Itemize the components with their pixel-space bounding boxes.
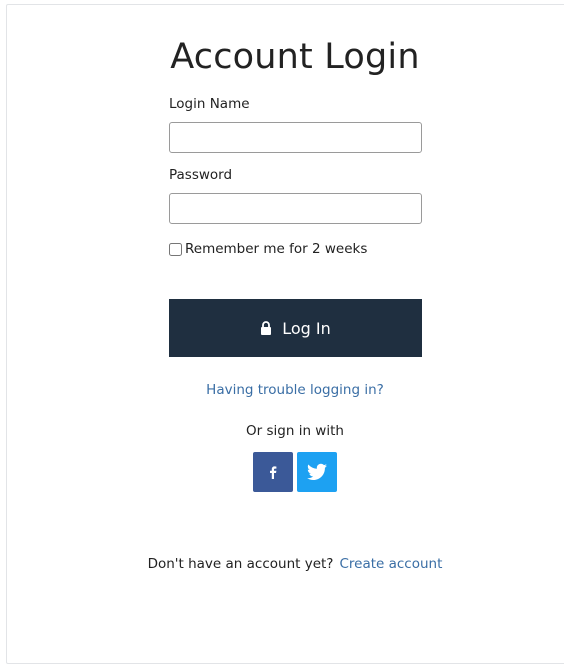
lock-icon <box>261 321 272 335</box>
or-sign-in-with-text: Or sign in with <box>246 423 344 439</box>
remember-me[interactable]: Remember me for 2 weeks <box>169 241 367 257</box>
twitter-icon <box>307 463 327 480</box>
page-title: Account Login <box>170 37 420 77</box>
login-name-input[interactable] <box>169 122 422 153</box>
login-name-label: Login Name <box>169 96 250 112</box>
twitter-login-button[interactable] <box>297 452 337 492</box>
password-input[interactable] <box>169 193 422 224</box>
create-account-link[interactable]: Create account <box>339 556 442 572</box>
signup-prompt: Don't have an account yet? Create account <box>7 556 564 572</box>
remember-me-checkbox[interactable] <box>169 242 182 256</box>
facebook-icon <box>270 466 277 479</box>
remember-me-label: Remember me for 2 weeks <box>185 241 368 257</box>
login-button-label: Log In <box>282 318 331 338</box>
trouble-logging-in-link[interactable]: Having trouble logging in? <box>7 382 564 398</box>
signup-prompt-text: Don't have an account yet? <box>147 556 334 572</box>
login-button[interactable]: Log In <box>169 299 422 357</box>
facebook-login-button[interactable] <box>253 452 293 492</box>
login-card: Account Login Login Name Password Rememb… <box>6 4 564 664</box>
password-label: Password <box>169 167 233 183</box>
